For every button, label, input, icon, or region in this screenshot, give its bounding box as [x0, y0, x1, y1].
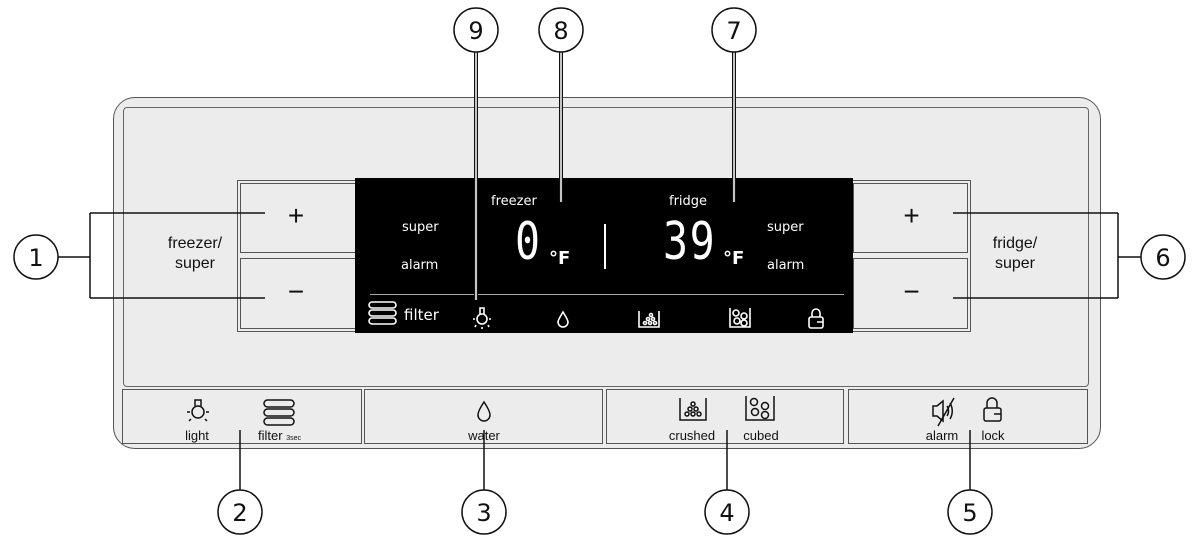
- callout-layer: 1 2 3 4 5 6 7 8 9: [13, 7, 1186, 535]
- callout-number: 4: [719, 499, 734, 527]
- crushed-ice-icon: [679, 398, 707, 421]
- callout-number: 8: [553, 17, 568, 45]
- light-icon: [187, 399, 209, 422]
- callout-number: 2: [232, 499, 247, 527]
- callout-number: 1: [28, 244, 43, 272]
- filter-icon: [263, 399, 295, 426]
- callout-number: 6: [1155, 244, 1170, 272]
- callout-number: 5: [962, 499, 977, 527]
- callout-number: 9: [468, 17, 483, 45]
- callout-number: 3: [476, 499, 491, 527]
- control-panel-diagram: + − freezer/ super + − fridge/ super sup…: [0, 0, 1199, 540]
- water-drop-icon: [477, 400, 491, 422]
- lock-icon: [983, 397, 1002, 422]
- leader-lines: [58, 52, 1141, 490]
- cubed-ice-icon: [745, 396, 775, 421]
- alarm-mute-icon: [932, 397, 955, 427]
- callout-number: 7: [726, 17, 741, 45]
